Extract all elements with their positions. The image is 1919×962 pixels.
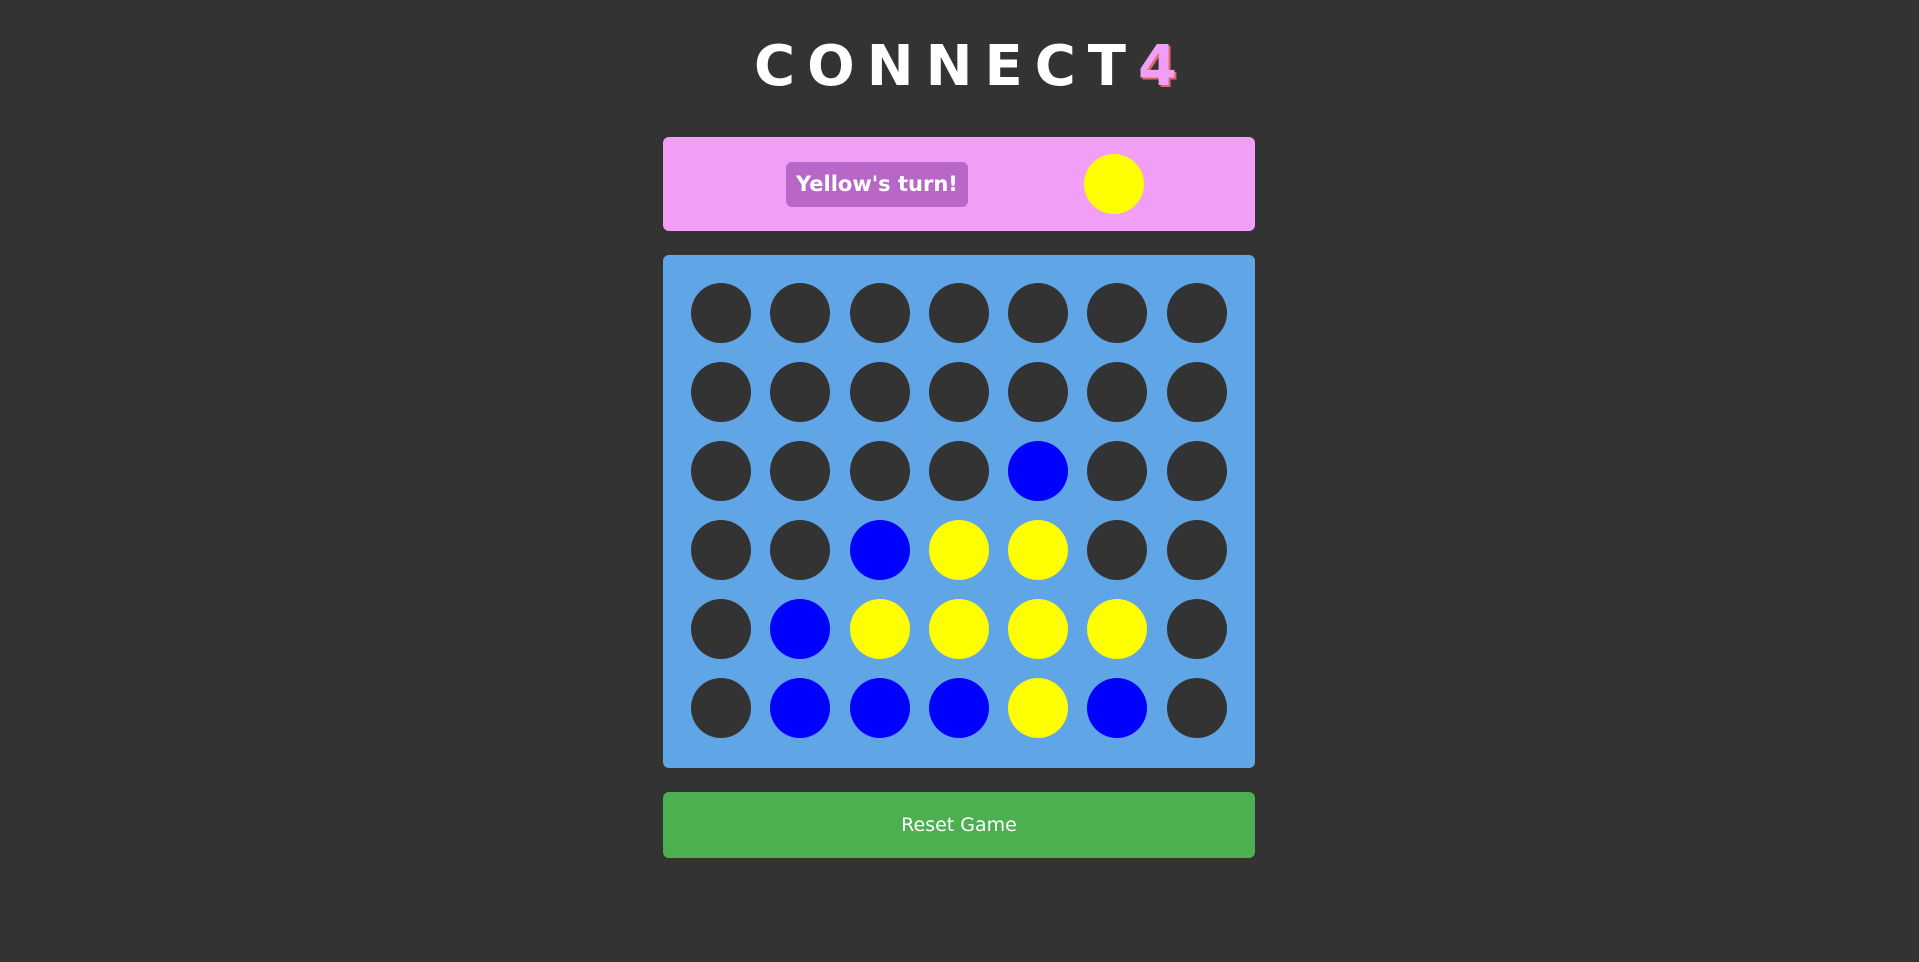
board-cell-yellow[interactable]: [1087, 599, 1148, 659]
board-cell-empty[interactable]: [928, 283, 989, 343]
board-cell-yellow[interactable]: [1008, 678, 1069, 738]
board-cell-empty[interactable]: [691, 678, 751, 738]
board-cell-empty[interactable]: [1166, 520, 1227, 580]
board-cell-empty[interactable]: [849, 362, 910, 422]
game-board: [663, 255, 1255, 768]
board-cell-empty[interactable]: [928, 441, 989, 501]
board-cell-blue[interactable]: [928, 678, 989, 738]
board-cell-blue[interactable]: [849, 678, 910, 738]
board-cell-yellow[interactable]: [1008, 599, 1069, 659]
board-cell-empty[interactable]: [691, 599, 751, 659]
board-cell-empty[interactable]: [770, 441, 831, 501]
board-cell-empty[interactable]: [770, 283, 831, 343]
board-cell-empty[interactable]: [928, 362, 989, 422]
board-grid: [691, 283, 1227, 738]
board-cell-empty[interactable]: [1166, 599, 1227, 659]
board-cell-empty[interactable]: [1166, 362, 1227, 422]
board-cell-empty[interactable]: [691, 520, 751, 580]
board-cell-empty[interactable]: [1087, 520, 1148, 580]
board-cell-empty[interactable]: [1087, 283, 1148, 343]
board-cell-empty[interactable]: [691, 441, 751, 501]
board-cell-empty[interactable]: [849, 283, 910, 343]
board-cell-blue[interactable]: [1087, 678, 1148, 738]
board-cell-empty[interactable]: [691, 283, 751, 343]
current-player-disc: [1084, 154, 1144, 214]
board-cell-yellow[interactable]: [849, 599, 910, 659]
board-cell-empty[interactable]: [1087, 362, 1148, 422]
board-cell-empty[interactable]: [1008, 362, 1069, 422]
board-cell-blue[interactable]: [849, 520, 910, 580]
board-cell-empty[interactable]: [1087, 441, 1148, 501]
board-cell-empty[interactable]: [1166, 283, 1227, 343]
reset-game-button[interactable]: Reset Game: [663, 792, 1255, 858]
game-page: CONNECT4 Yellow's turn! Reset Game: [0, 0, 1919, 962]
title-text: CONNECT: [754, 34, 1139, 99]
status-bar: Yellow's turn!: [663, 137, 1255, 231]
board-cell-empty[interactable]: [1166, 678, 1227, 738]
board-cell-yellow[interactable]: [1008, 520, 1069, 580]
board-cell-empty[interactable]: [1008, 283, 1069, 343]
board-cell-empty[interactable]: [849, 441, 910, 501]
board-cell-yellow[interactable]: [928, 520, 989, 580]
title-number: 4: [1138, 34, 1177, 99]
board-cell-empty[interactable]: [1166, 441, 1227, 501]
game-title: CONNECT4: [6, 32, 1919, 102]
board-cell-yellow[interactable]: [928, 599, 989, 659]
board-cell-empty[interactable]: [770, 362, 831, 422]
board-cell-empty[interactable]: [691, 362, 751, 422]
turn-message: Yellow's turn!: [786, 162, 968, 207]
board-cell-blue[interactable]: [770, 678, 831, 738]
board-cell-blue[interactable]: [1008, 441, 1069, 501]
board-cell-empty[interactable]: [770, 520, 831, 580]
board-cell-blue[interactable]: [770, 599, 831, 659]
